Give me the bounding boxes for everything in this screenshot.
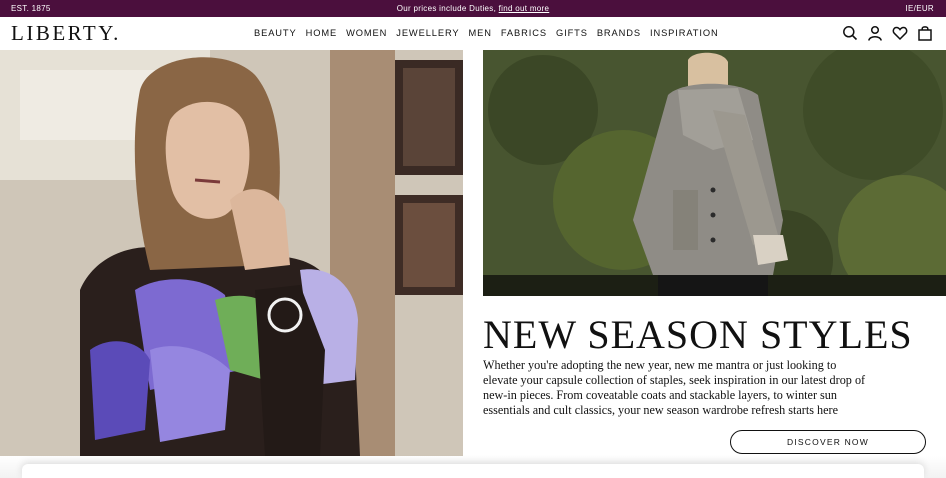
hero-description: Whether you're adopting the new year, ne… <box>483 358 866 417</box>
locale-selector[interactable]: IE/EUR <box>906 4 934 13</box>
liberty-logo[interactable]: LIBERTY. <box>11 21 121 46</box>
shopping-bag-icon[interactable] <box>917 25 933 41</box>
account-icon[interactable] <box>867 25 883 41</box>
hero-image-model-grey-coat[interactable] <box>483 50 946 296</box>
next-section-peek <box>0 456 946 478</box>
search-icon[interactable] <box>842 25 858 41</box>
promo-link[interactable]: find out more <box>499 4 550 13</box>
hero-image-model-knitwear[interactable] <box>0 50 463 456</box>
nav-item-gifts[interactable]: GIFTS <box>556 28 588 38</box>
discover-now-button[interactable]: DISCOVER NOW <box>730 430 926 454</box>
nav-item-women[interactable]: WOMEN <box>346 28 387 38</box>
next-section-card <box>22 464 924 478</box>
promo-text: Our prices include Duties, <box>396 4 499 13</box>
header-icons <box>842 25 933 41</box>
nav-item-beauty[interactable]: BEAUTY <box>254 28 297 38</box>
promo-message: Our prices include Duties, find out more <box>0 4 946 13</box>
nav-item-inspiration[interactable]: INSPIRATION <box>650 28 719 38</box>
nav-item-fabrics[interactable]: FABRICS <box>501 28 547 38</box>
hero-headline: NEW SEASON STYLES <box>483 312 913 357</box>
nav-item-home[interactable]: HOME <box>306 28 338 38</box>
wishlist-heart-icon[interactable] <box>892 25 908 41</box>
nav-item-men[interactable]: MEN <box>469 28 492 38</box>
nav-item-brands[interactable]: BRANDS <box>597 28 641 38</box>
nav-item-jewellery[interactable]: JEWELLERY <box>396 28 459 38</box>
promo-bar: EST. 1875 Our prices include Duties, fin… <box>0 0 946 17</box>
site-header: LIBERTY. BEAUTY HOME WOMEN JEWELLERY MEN… <box>0 17 946 50</box>
main-navigation: BEAUTY HOME WOMEN JEWELLERY MEN FABRICS … <box>254 28 719 38</box>
